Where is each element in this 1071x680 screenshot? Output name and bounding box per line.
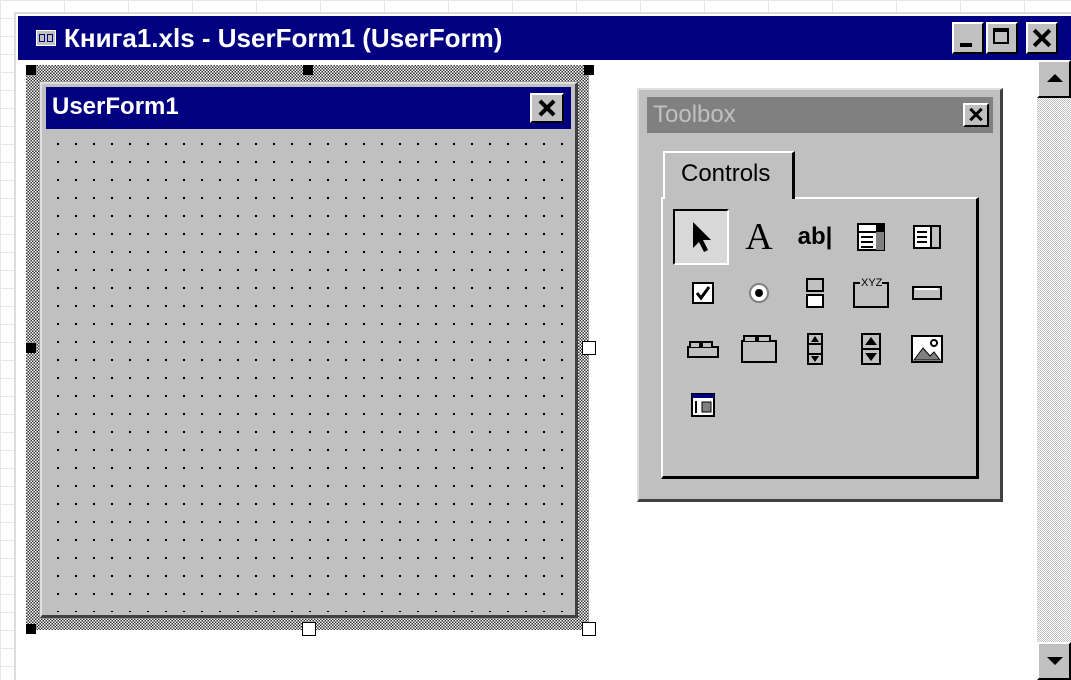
resize-handle-top-left [26, 65, 36, 75]
scroll-down-button[interactable] [1037, 642, 1071, 680]
command-button-icon [912, 286, 942, 300]
scrollbar-icon [807, 333, 823, 365]
minimize-button[interactable] [952, 22, 984, 54]
frame-icon-label: XYZ [861, 277, 883, 289]
image-icon [911, 335, 943, 363]
tab-controls[interactable]: Controls [663, 151, 795, 199]
checkbox-tool[interactable] [675, 265, 731, 321]
userform-grid-canvas[interactable] [46, 132, 572, 612]
window-titlebar[interactable]: Книга1.xls - UserForm1 (UserForm) [18, 16, 1071, 60]
window-title: Книга1.xls - UserForm1 (UserForm) [64, 23, 503, 53]
frame-tool[interactable]: XYZ [843, 265, 899, 321]
userform-titlebar[interactable]: UserForm1 [46, 87, 571, 129]
form-window-icon[interactable] [36, 30, 56, 46]
label-a-icon: A [745, 216, 773, 258]
optionbutton-tool[interactable] [731, 265, 787, 321]
maximize-button[interactable] [986, 22, 1018, 54]
refedit-icon [691, 393, 715, 417]
toolbox-close-button[interactable] [963, 103, 989, 127]
scrollbar-tool[interactable] [787, 321, 843, 377]
userform[interactable]: UserForm1 [40, 82, 578, 618]
resize-handle-bottom[interactable] [302, 622, 316, 636]
listbox-icon [913, 225, 941, 249]
resize-handle-bottom-left [26, 624, 36, 634]
resize-handle-bottom-right[interactable] [582, 622, 596, 636]
vertical-scrollbar[interactable] [1037, 60, 1071, 680]
combobox-icon [857, 223, 885, 251]
option-button-icon [749, 283, 769, 303]
resize-handle-left [26, 343, 36, 353]
tabstrip-icon [687, 341, 719, 358]
frame-icon: XYZ [852, 277, 890, 309]
combobox-tool[interactable] [843, 209, 899, 265]
multipage-tool[interactable] [731, 321, 787, 377]
scroll-up-button[interactable] [1037, 60, 1071, 98]
checkbox-icon [692, 282, 714, 304]
scrollbar-track[interactable] [1037, 60, 1071, 680]
resize-handle-right[interactable] [582, 341, 596, 355]
toggle-button-icon [806, 278, 824, 308]
image-tool[interactable] [899, 321, 955, 377]
refedit-tool[interactable] [675, 377, 731, 433]
listbox-tool[interactable] [899, 209, 955, 265]
close-window-button[interactable] [1026, 22, 1058, 54]
select-objects-tool[interactable] [673, 209, 729, 265]
resize-handle-top-right [584, 65, 594, 75]
resize-handle-top [303, 65, 313, 75]
toolbox-controls-panel: A ab| XYZ [661, 197, 979, 479]
label-tool[interactable]: A [731, 209, 787, 265]
textbox-tool[interactable]: ab| [787, 209, 843, 265]
arrow-pointer-icon [693, 222, 711, 252]
spinbutton-tool[interactable] [843, 321, 899, 377]
tab-controls-label: Controls [681, 160, 771, 187]
togglebutton-tool[interactable] [787, 265, 843, 321]
userform-close-button[interactable] [530, 93, 564, 123]
toolbox-title: Toolbox [653, 101, 736, 128]
textbox-ab-icon: ab| [797, 223, 833, 250]
spin-button-icon [861, 333, 881, 365]
commandbutton-tool[interactable] [899, 265, 955, 321]
userform-title: UserForm1 [52, 93, 179, 120]
toolbox-window[interactable]: Toolbox Controls A ab| XYZ [637, 88, 1003, 502]
toolbox-titlebar[interactable]: Toolbox [647, 97, 993, 133]
tabstrip-tool[interactable] [675, 321, 731, 377]
multipage-icon [741, 335, 777, 363]
